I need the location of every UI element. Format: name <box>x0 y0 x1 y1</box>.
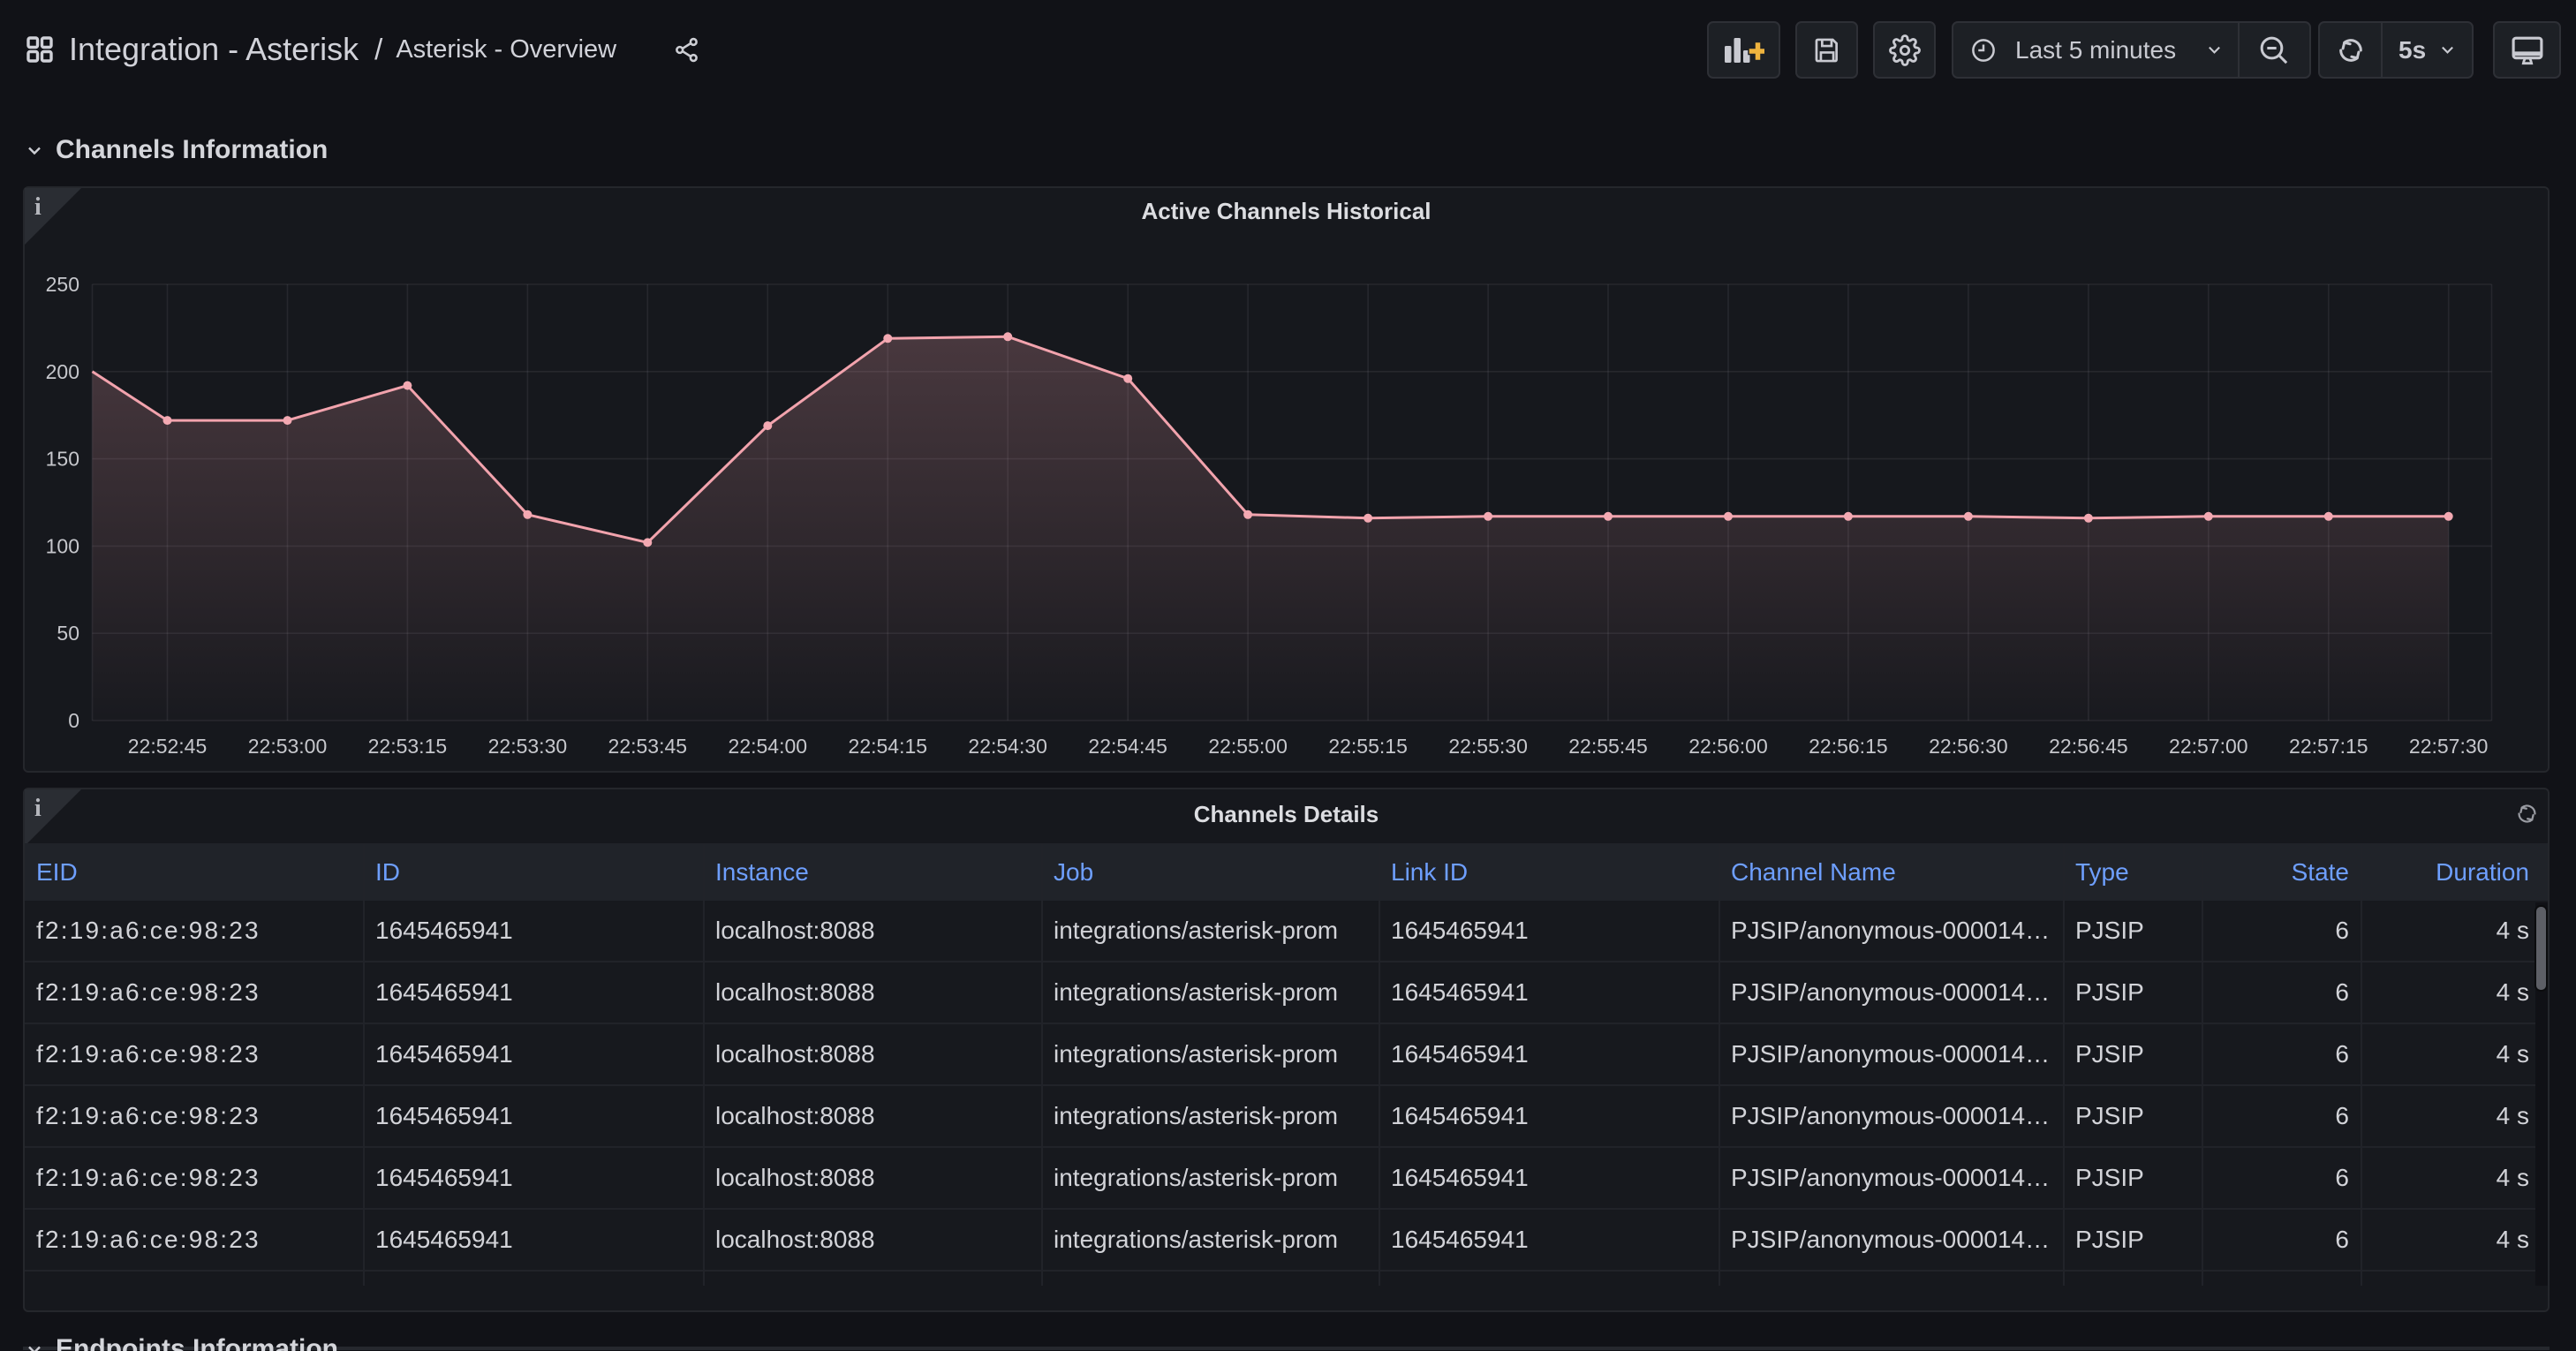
svg-text:22:54:15: 22:54:15 <box>849 735 928 758</box>
svg-text:22:55:30: 22:55:30 <box>1448 735 1528 758</box>
svg-text:22:53:15: 22:53:15 <box>368 735 448 758</box>
svg-text:22:53:30: 22:53:30 <box>488 735 568 758</box>
svg-text:100: 100 <box>46 534 79 557</box>
svg-text:22:54:30: 22:54:30 <box>968 735 1047 758</box>
svg-text:22:52:45: 22:52:45 <box>128 735 208 758</box>
svg-text:22:55:45: 22:55:45 <box>1568 735 1648 758</box>
svg-text:22:57:00: 22:57:00 <box>2169 735 2248 758</box>
svg-text:22:56:15: 22:56:15 <box>1809 735 1888 758</box>
svg-text:22:57:15: 22:57:15 <box>2289 735 2368 758</box>
svg-text:50: 50 <box>57 622 79 645</box>
svg-text:22:54:45: 22:54:45 <box>1088 735 1167 758</box>
svg-text:22:56:00: 22:56:00 <box>1688 735 1768 758</box>
svg-text:22:57:30: 22:57:30 <box>2409 735 2489 758</box>
svg-text:22:56:30: 22:56:30 <box>1929 735 2008 758</box>
svg-text:22:53:45: 22:53:45 <box>608 735 688 758</box>
svg-text:250: 250 <box>46 273 79 296</box>
svg-text:200: 200 <box>46 360 79 383</box>
svg-text:0: 0 <box>68 709 79 732</box>
svg-text:150: 150 <box>46 448 79 471</box>
svg-text:22:54:00: 22:54:00 <box>729 735 808 758</box>
svg-text:22:56:45: 22:56:45 <box>2049 735 2128 758</box>
svg-text:22:55:15: 22:55:15 <box>1328 735 1408 758</box>
svg-text:22:53:00: 22:53:00 <box>248 735 328 758</box>
svg-text:22:55:00: 22:55:00 <box>1208 735 1288 758</box>
